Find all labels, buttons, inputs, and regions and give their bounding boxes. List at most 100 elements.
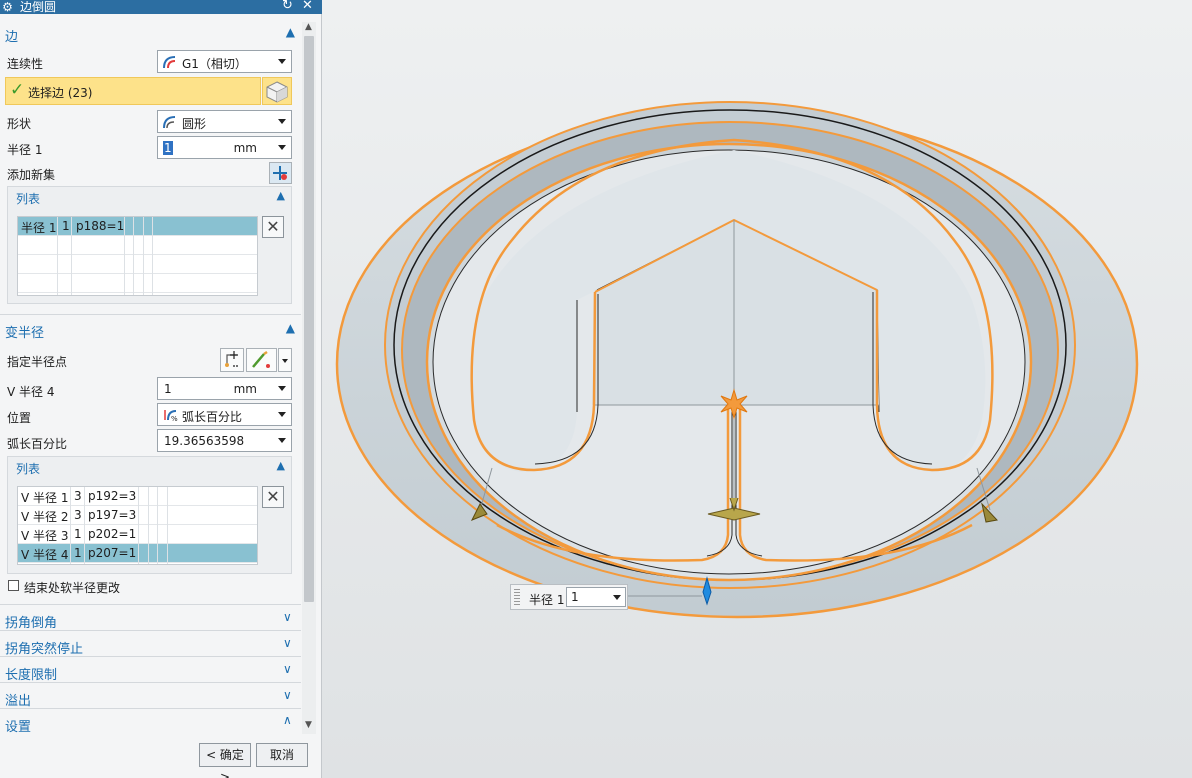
divider bbox=[0, 314, 301, 315]
add-new-set-button[interactable] bbox=[269, 162, 292, 184]
radius-widget-label: 半径 1 bbox=[529, 593, 565, 607]
v-radius-input[interactable]: 1 mm bbox=[157, 377, 292, 400]
reset-icon[interactable]: ↻ bbox=[282, 0, 293, 13]
v-radius-label: V 半径 4 bbox=[7, 385, 55, 399]
cancel-button[interactable]: 取消 bbox=[256, 743, 308, 767]
chevron-up-icon[interactable]: ▲ bbox=[277, 459, 285, 472]
chevron-down-icon[interactable]: ∨ bbox=[283, 636, 292, 650]
select-edge-row[interactable]: ✓ 选择边 (23) bbox=[5, 77, 261, 105]
v-radius-list-table: V 半径 1 3 p192=3 V 半径 2 3 p197=3 V 半径 3 1… bbox=[17, 486, 258, 565]
table-row[interactable]: 半径 1 1 p188=1 bbox=[18, 217, 257, 236]
section-edge-header[interactable]: 边 ▲ bbox=[0, 22, 301, 46]
radius-widget-input[interactable]: 1 bbox=[566, 587, 626, 607]
column-divider bbox=[148, 487, 149, 564]
arc-percent-icon: % bbox=[164, 410, 178, 423]
table-row bbox=[18, 255, 257, 274]
divider bbox=[0, 708, 301, 709]
scroll-up-icon[interactable]: ▲ bbox=[305, 22, 312, 32]
chevron-up-icon[interactable]: ∧ bbox=[283, 713, 292, 727]
point-dialog-button[interactable] bbox=[220, 348, 244, 372]
wand-icon bbox=[252, 350, 270, 368]
delete-row-button[interactable]: ✕ bbox=[262, 486, 284, 508]
chevron-down-icon[interactable]: ∨ bbox=[283, 662, 292, 676]
chevron-down-icon[interactable]: ∨ bbox=[283, 688, 292, 702]
divider bbox=[0, 656, 301, 657]
radius-list-panel: 列表 ▲ 半径 1 1 p188=1 ✕ bbox=[7, 186, 292, 304]
radius-widget-value[interactable]: 1 bbox=[571, 590, 579, 604]
column-divider bbox=[138, 487, 139, 564]
select-edge-label: 选择边 (23) bbox=[28, 86, 93, 100]
arc-percent-value[interactable]: 19.36563598 bbox=[164, 434, 244, 448]
point-icon bbox=[225, 351, 239, 367]
dialog-titlebar: ⚙ 边倒圆 ↻ ✕ bbox=[0, 0, 322, 14]
scrollbar-thumb[interactable] bbox=[304, 36, 314, 602]
column-divider bbox=[167, 487, 168, 564]
column-divider bbox=[152, 217, 153, 295]
gear-icon[interactable]: ⚙ bbox=[1, 0, 14, 14]
soft-end-checkbox[interactable] bbox=[8, 580, 19, 591]
drag-grip-icon[interactable] bbox=[514, 589, 520, 605]
v-radius-unit: mm bbox=[233, 382, 257, 396]
graphics-viewport[interactable]: 半径 1 1 bbox=[322, 0, 1192, 778]
add-new-set-label: 添加新集 bbox=[7, 168, 56, 182]
radius-list-table: 半径 1 1 p188=1 bbox=[17, 216, 258, 296]
chevron-down-icon[interactable] bbox=[278, 145, 286, 150]
arc-percent-label: 弧长百分比 bbox=[7, 437, 68, 451]
ok-button[interactable]: < 确定 > bbox=[199, 743, 251, 778]
shape-circle-icon bbox=[163, 116, 176, 129]
radius1-value[interactable]: 1 bbox=[163, 141, 173, 155]
chevron-up-icon[interactable]: ▲ bbox=[286, 321, 295, 335]
section-corner-stop[interactable]: 拐角突然停止 ∨ bbox=[0, 634, 301, 657]
select-edge-button[interactable] bbox=[262, 77, 292, 105]
checkmark-icon: ✓ bbox=[10, 80, 25, 100]
dialog-title: 边倒圆 bbox=[20, 0, 57, 14]
svg-text:%: % bbox=[171, 415, 178, 423]
continuity-dropdown[interactable]: G1（相切） bbox=[157, 50, 292, 73]
column-divider bbox=[57, 217, 58, 295]
radius-list-title: 列表 bbox=[16, 192, 41, 206]
chevron-down-icon[interactable] bbox=[278, 438, 286, 443]
column-divider bbox=[70, 487, 71, 564]
continuity-icon bbox=[163, 56, 176, 69]
v-radius-list-header[interactable]: 列表 ▲ bbox=[8, 457, 291, 477]
continuity-label: 连续性 bbox=[7, 57, 44, 71]
delete-row-button[interactable]: ✕ bbox=[262, 216, 284, 238]
cube-icon bbox=[266, 81, 288, 103]
position-dropdown[interactable]: % 弧长百分比 bbox=[157, 403, 292, 426]
chevron-down-icon[interactable] bbox=[278, 386, 286, 391]
chevron-up-icon[interactable]: ▲ bbox=[286, 25, 295, 39]
close-icon[interactable]: ✕ bbox=[302, 0, 313, 13]
section-settings[interactable]: 设置 ∧ bbox=[0, 712, 301, 735]
column-divider bbox=[84, 487, 85, 564]
radius-onscreen-input[interactable]: 半径 1 1 bbox=[510, 584, 628, 610]
section-edge-title: 边 bbox=[5, 30, 19, 45]
point-infer-button[interactable] bbox=[246, 348, 277, 372]
point-type-dropdown[interactable] bbox=[278, 348, 292, 372]
dialog-scrollbar[interactable]: ▲ ▼ bbox=[302, 22, 316, 734]
section-length-limit[interactable]: 长度限制 ∨ bbox=[0, 660, 301, 683]
radius-list-header[interactable]: 列表 ▲ bbox=[8, 187, 291, 207]
section-corner-chamfer[interactable]: 拐角倒角 ∨ bbox=[0, 608, 301, 631]
radius1-input[interactable]: 1 mm bbox=[157, 136, 292, 159]
arc-percent-input[interactable]: 19.36563598 bbox=[157, 429, 292, 452]
part-model[interactable] bbox=[322, 0, 1192, 778]
position-label: 位置 bbox=[7, 411, 32, 425]
divider bbox=[0, 604, 301, 605]
chevron-down-icon bbox=[278, 412, 286, 417]
shape-label: 形状 bbox=[7, 117, 32, 131]
shape-dropdown[interactable]: 圆形 bbox=[157, 110, 292, 133]
chevron-up-icon[interactable]: ▲ bbox=[277, 189, 285, 202]
section-overflow[interactable]: 溢出 ∨ bbox=[0, 686, 301, 709]
column-divider bbox=[133, 217, 134, 295]
column-divider bbox=[143, 217, 144, 295]
table-row bbox=[18, 274, 257, 293]
section-variable-radius-header[interactable]: 变半径 ▲ bbox=[0, 318, 301, 342]
v-radius-list-panel: 列表 ▲ V 半径 1 3 p192=3 V 半径 2 3 p197=3 V 半… bbox=[7, 456, 292, 574]
shape-value: 圆形 bbox=[182, 117, 207, 131]
chevron-down-icon[interactable]: ∨ bbox=[283, 610, 292, 624]
section-variable-radius-title: 变半径 bbox=[5, 326, 45, 341]
scroll-down-icon[interactable]: ▼ bbox=[305, 720, 312, 730]
divider bbox=[0, 630, 301, 631]
v-radius-value[interactable]: 1 bbox=[164, 382, 172, 396]
chevron-down-icon[interactable] bbox=[613, 595, 621, 600]
